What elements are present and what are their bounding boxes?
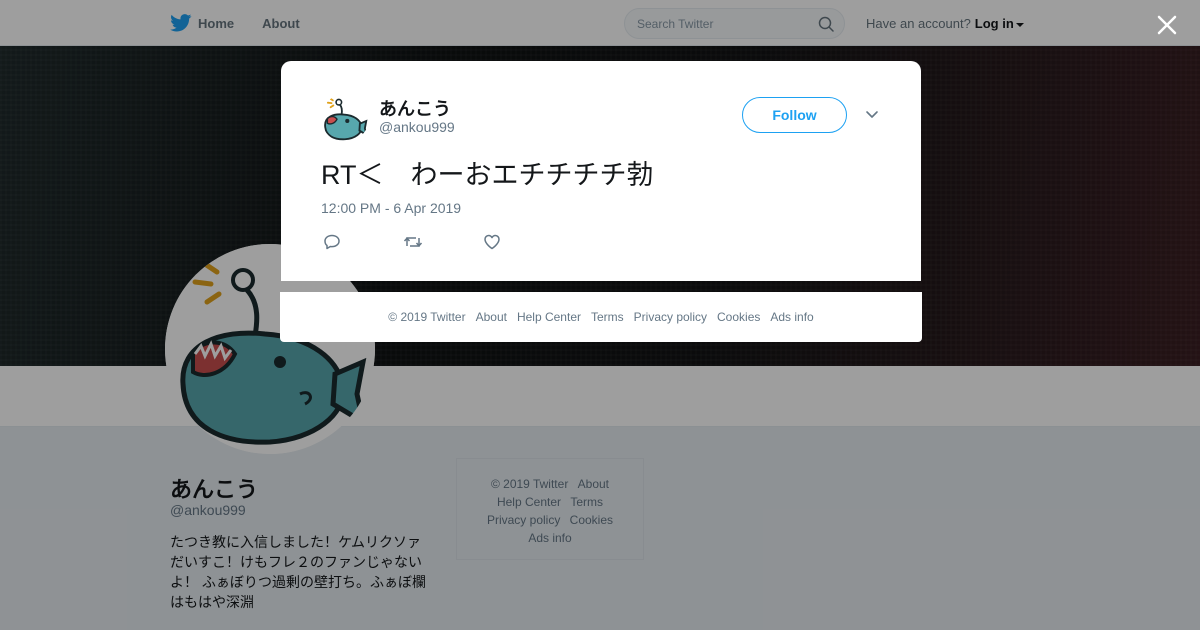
modal-footer-privacy[interactable]: Privacy policy (634, 310, 707, 324)
modal-footer-about[interactable]: About (476, 310, 507, 324)
tweet-author-avatar[interactable] (321, 94, 369, 142)
retweet-action[interactable] (403, 233, 483, 256)
anglerfish-avatar-image (321, 94, 369, 142)
chevron-down-icon[interactable] (865, 109, 879, 119)
modal-footer-help[interactable]: Help Center (517, 310, 581, 324)
modal-footer: © 2019 Twitter About Help Center Terms P… (280, 292, 922, 342)
follow-button[interactable]: Follow (742, 97, 847, 133)
reply-action[interactable] (323, 233, 403, 256)
modal-footer-terms[interactable]: Terms (591, 310, 624, 324)
modal-footer-cookies[interactable]: Cookies (717, 310, 760, 324)
heart-icon[interactable] (483, 233, 501, 251)
tweet-text: RT＜ わーおエチチチチ勃 (321, 160, 654, 190)
close-icon[interactable] (1154, 12, 1180, 38)
tweet-timestamp[interactable]: 12:00 PM - 6 Apr 2019 (321, 200, 461, 216)
tweet-actions (323, 233, 563, 256)
reply-icon[interactable] (323, 233, 341, 251)
retweet-icon[interactable] (403, 233, 423, 251)
tweet-author-name[interactable]: あんこう (379, 95, 451, 121)
modal-footer-copyright: © 2019 Twitter (388, 310, 466, 324)
modal-footer-ads[interactable]: Ads info (770, 310, 813, 324)
tweet-modal: あんこう @ankou999 Follow RT＜ わーおエチチチチ勃 12:0… (281, 61, 921, 281)
like-action[interactable] (483, 233, 563, 256)
tweet-author-handle[interactable]: @ankou999 (379, 119, 455, 135)
